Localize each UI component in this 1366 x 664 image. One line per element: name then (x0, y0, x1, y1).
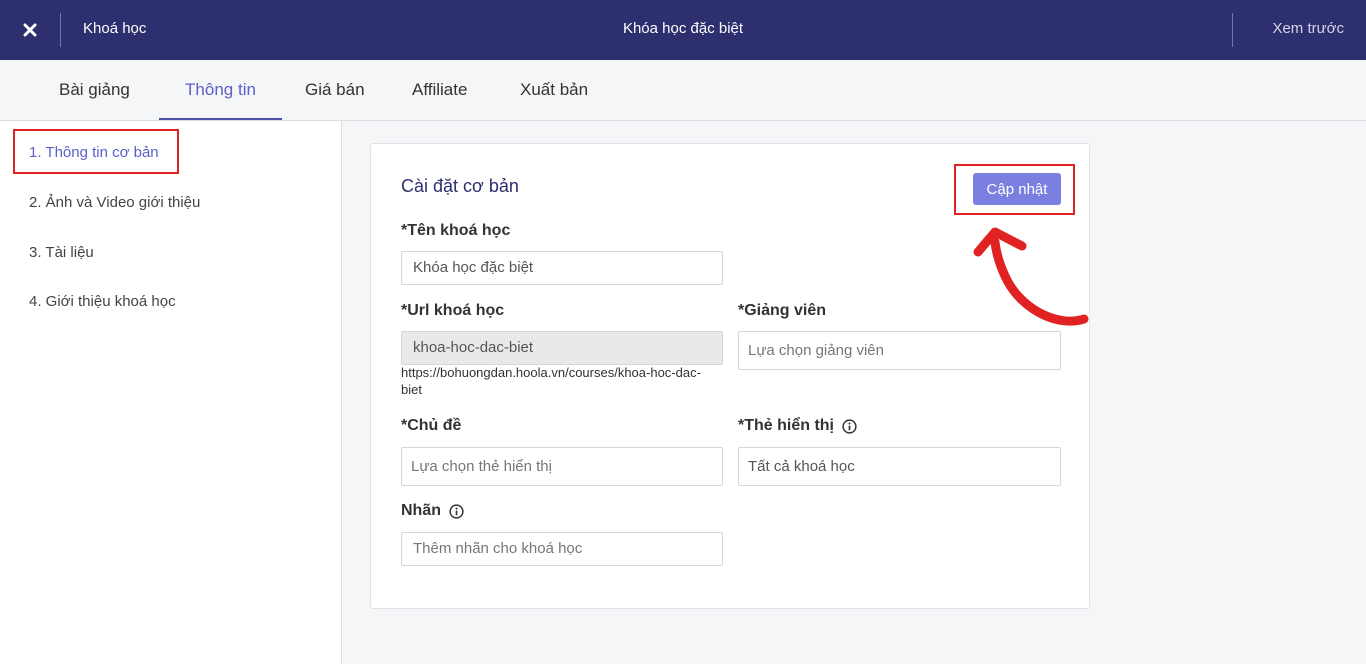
sidebar-item-introduction[interactable]: 4. Giới thiệu khoá học (29, 293, 176, 310)
course-name-label: *Tên khoá học (401, 222, 511, 239)
course-url-helper: https://bohuongdan.hoola.vn/courses/khoa… (401, 365, 701, 397)
sidebar-item-basic-info[interactable]: 1. Thông tin cơ bản (29, 144, 159, 161)
info-icon[interactable] (842, 418, 857, 434)
tab-publish[interactable]: Xuất bản (520, 60, 588, 120)
sidebar-item-media[interactable]: 2. Ảnh và Video giới thiệu (29, 194, 200, 211)
card-title: Cài đặt cơ bản (401, 176, 519, 196)
preview-button[interactable]: Xem trước (1272, 20, 1344, 37)
topic-label: *Chủ đề (401, 417, 462, 434)
display-tag-select[interactable]: Tất cả khoá học (738, 447, 1061, 486)
instructor-select[interactable]: Lựa chọn giảng viên (738, 331, 1061, 370)
top-bar: Khoá học Khóa học đặc biệt Xem trước (0, 0, 1366, 60)
course-url-input[interactable]: khoa-hoc-dac-biet (401, 331, 723, 365)
instructor-label: *Giảng viên (738, 302, 827, 319)
topic-select[interactable]: Lựa chọn thẻ hiển thị (401, 447, 723, 486)
display-tag-label: *Thẻ hiển thị (738, 417, 857, 435)
tag-input[interactable]: Thêm nhãn cho khoá học (401, 532, 723, 566)
page-title: Khóa học đặc biệt (622, 20, 744, 37)
update-button[interactable]: Cập nhật (973, 173, 1061, 205)
tab-bar: Bài giảng Thông tin Giá bán Affiliate Xu… (0, 60, 1366, 121)
course-name-input[interactable]: Khóa học đặc biệt (401, 251, 723, 285)
curved-arrow-annotation (973, 227, 1089, 326)
tab-lectures[interactable]: Bài giảng (59, 60, 130, 120)
tab-affiliate[interactable]: Affiliate (412, 60, 467, 120)
divider (1232, 13, 1233, 47)
tab-price[interactable]: Giá bán (305, 60, 365, 120)
sidebar-item-documents[interactable]: 3. Tài liệu (29, 244, 94, 261)
sidebar: 1. Thông tin cơ bản 2. Ảnh và Video giới… (0, 121, 342, 664)
tag-label: Nhãn (401, 502, 464, 520)
info-icon[interactable] (449, 503, 464, 519)
tab-info[interactable]: Thông tin (159, 60, 282, 120)
basic-settings-card: Cài đặt cơ bản Cập nhật *Tên khoá học Kh… (370, 143, 1090, 609)
course-url-label: *Url khoá học (401, 302, 505, 319)
